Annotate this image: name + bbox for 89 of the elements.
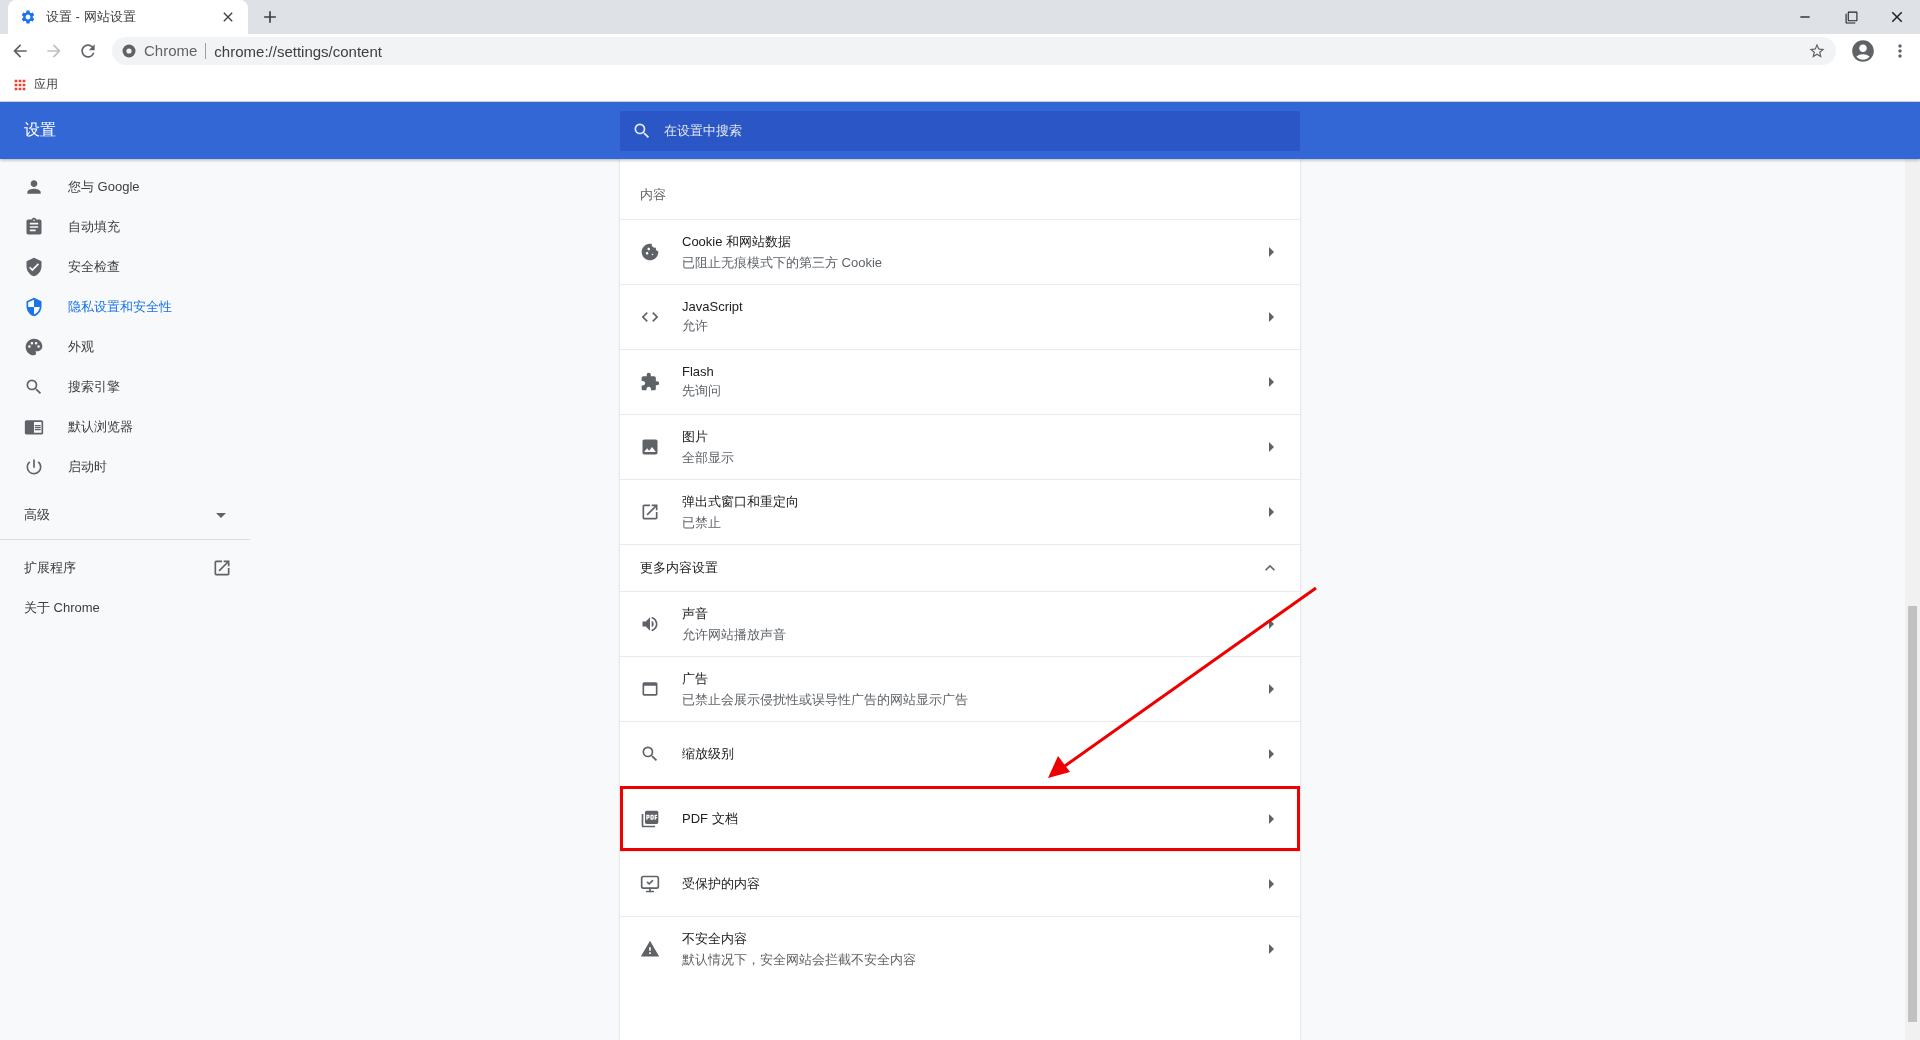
- browser-window-icon: [24, 417, 44, 437]
- sidebar-item[interactable]: 默认浏览器: [0, 407, 250, 447]
- site-label: Chrome: [144, 43, 207, 59]
- more-settings-toggle[interactable]: 更多内容设置: [620, 544, 1300, 591]
- speaker-icon: [640, 614, 660, 634]
- caret-icon: [1269, 944, 1274, 954]
- sidebar-link[interactable]: 关于 Chrome: [0, 588, 250, 628]
- browser-tab[interactable]: 设置 - 网站设置: [8, 0, 248, 34]
- row-title: 弹出式窗口和重定向: [682, 492, 800, 511]
- star-icon[interactable]: [1808, 42, 1826, 60]
- settings-row[interactable]: 不安全内容 默认情况下，安全网站会拦截不安全内容: [620, 916, 1300, 981]
- caret-icon: [1269, 247, 1274, 257]
- advanced-toggle[interactable]: 高级: [0, 491, 250, 539]
- caret-icon: [1269, 749, 1274, 759]
- caret-icon: [1269, 879, 1274, 889]
- account-icon[interactable]: [1850, 38, 1876, 64]
- caret-icon: [1269, 814, 1274, 824]
- row-subtitle: 已禁止: [682, 513, 722, 532]
- link-label: 关于 Chrome: [24, 599, 100, 617]
- gear-icon: [20, 9, 36, 25]
- palette-icon: [24, 337, 44, 357]
- caret-icon: [1269, 442, 1274, 452]
- search-field[interactable]: 在设置中搜索: [620, 110, 1300, 151]
- row-subtitle: 已禁止会展示侵扰性或误导性广告的网站显示广告: [682, 690, 969, 709]
- row-title: 广告: [682, 669, 709, 688]
- shield-icon: [24, 297, 44, 317]
- caret-icon: [1269, 684, 1274, 694]
- caret-icon: [1269, 377, 1274, 387]
- row-title: 声音: [682, 604, 709, 623]
- row-title: 图片: [682, 427, 709, 446]
- settings-row[interactable]: Cookie 和网站数据 已阻止无痕模式下的第三方 Cookie: [620, 219, 1300, 284]
- settings-row[interactable]: 广告 已禁止会展示侵扰性或误导性广告的网站显示广告: [620, 656, 1300, 721]
- row-title: JavaScript: [682, 299, 744, 314]
- settings-row[interactable]: JavaScript 允许: [620, 284, 1300, 349]
- settings-row[interactable]: 弹出式窗口和重定向 已禁止: [620, 479, 1300, 544]
- row-title: 缩放级别: [682, 745, 735, 763]
- row-title: PDF 文档: [682, 810, 739, 828]
- settings-row[interactable]: 图片 全部显示: [620, 414, 1300, 479]
- row-title: Cookie 和网站数据: [682, 232, 793, 251]
- bookmark-link[interactable]: 应用: [12, 76, 58, 93]
- sidebar-item[interactable]: 搜索引擎: [0, 367, 250, 407]
- monitor-check-icon: [640, 874, 660, 894]
- tab-title: 设置 - 网站设置: [46, 8, 137, 26]
- caret-icon: [1269, 619, 1274, 629]
- row-subtitle: 允许: [682, 317, 709, 335]
- shield-check-icon: [24, 257, 44, 277]
- advanced-label: 高级: [24, 506, 50, 524]
- search-icon: [640, 744, 660, 764]
- settings-title: 设置: [23, 120, 57, 140]
- section-title: 内容: [639, 186, 667, 204]
- scrollbar[interactable]: [1905, 159, 1920, 1040]
- settings-row[interactable]: 声音 允许网站播放声音: [620, 591, 1300, 656]
- sidebar-item[interactable]: 安全检查: [0, 247, 250, 287]
- caret-icon: [1269, 312, 1274, 322]
- clipboard-icon: [24, 217, 44, 237]
- warning-icon: [640, 939, 660, 959]
- sidebar-item[interactable]: 自动填充: [0, 207, 250, 247]
- sidebar-link[interactable]: 扩展程序: [0, 548, 250, 588]
- caret-icon: [216, 512, 226, 518]
- row-title: 受保护的内容: [682, 875, 761, 893]
- sidebar-item[interactable]: 外观: [0, 327, 250, 367]
- puzzle-icon: [640, 372, 660, 392]
- settings-row[interactable]: 受保护的内容: [620, 851, 1300, 916]
- row-subtitle: 允许网站播放声音: [682, 625, 787, 644]
- more-settings-label: 更多内容设置: [640, 559, 718, 577]
- cookie-icon: [640, 242, 660, 262]
- sidebar-item[interactable]: 隐私设置和安全性: [0, 287, 250, 327]
- open-in-new-icon: [212, 558, 232, 578]
- link-label: 扩展程序: [24, 559, 76, 577]
- row-subtitle: 默认情况下，安全网站会拦截不安全内容: [682, 950, 917, 969]
- row-title: Flash: [682, 364, 715, 379]
- caret-icon: [1269, 507, 1274, 517]
- window-icon: [640, 679, 660, 699]
- row-subtitle: 全部显示: [682, 448, 735, 467]
- settings-row[interactable]: Flash 先询问: [620, 349, 1300, 414]
- row-subtitle: 先询问: [682, 382, 722, 400]
- url-text: chrome://settings/content: [214, 42, 382, 60]
- row-subtitle: 已阻止无痕模式下的第三方 Cookie: [682, 253, 884, 272]
- image-icon: [640, 437, 660, 457]
- power-icon: [24, 457, 44, 477]
- pdf-icon: [640, 809, 660, 829]
- sidebar-item[interactable]: 您与 Google: [0, 167, 250, 207]
- address-bar[interactable]: Chrome chrome://settings/content: [112, 37, 1836, 65]
- reload-icon[interactable]: [78, 41, 98, 61]
- settings-row[interactable]: PDF 文档: [620, 786, 1300, 851]
- row-title: 不安全内容: [682, 929, 748, 948]
- search-icon: [24, 377, 44, 397]
- sidebar-item[interactable]: 启动时: [0, 447, 250, 487]
- open-in-new-icon: [640, 502, 660, 522]
